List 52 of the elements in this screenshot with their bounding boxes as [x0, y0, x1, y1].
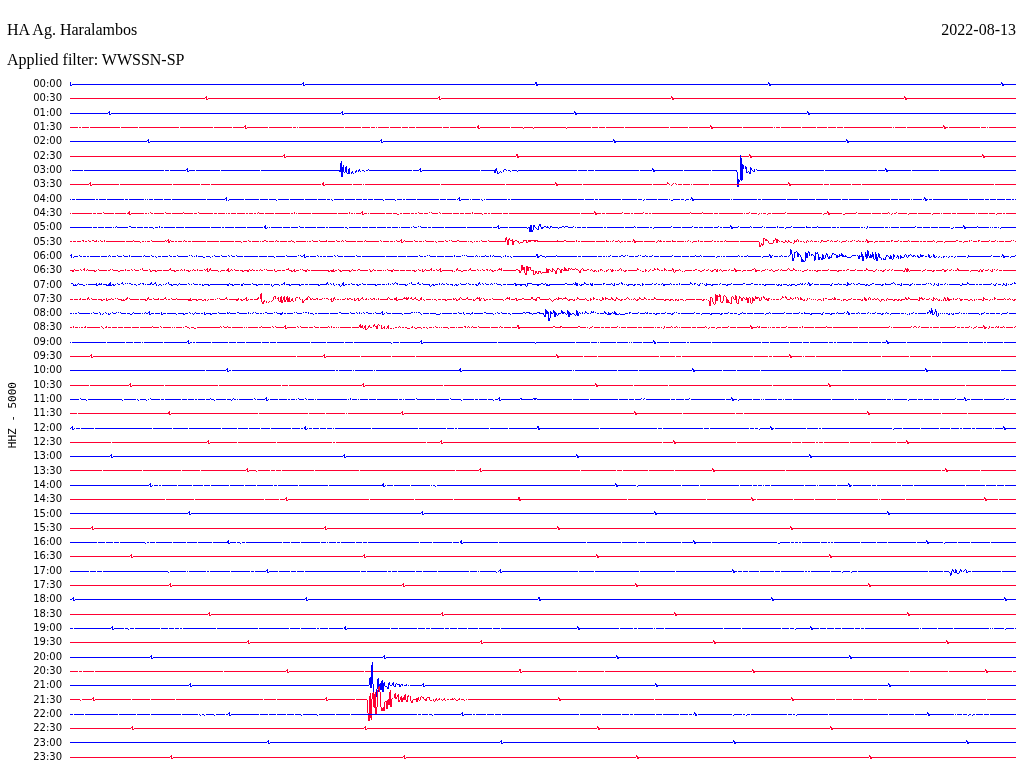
date-label: 2022-08-13 — [941, 20, 1016, 40]
time-label: 12:00 — [32, 421, 62, 434]
time-label: 11:30 — [32, 407, 62, 420]
time-label: 14:00 — [32, 478, 62, 491]
time-label: 15:30 — [32, 521, 62, 534]
time-label: 14:30 — [32, 493, 62, 506]
time-label: 19:30 — [32, 636, 62, 649]
time-label: 23:30 — [32, 750, 62, 763]
time-label: 19:00 — [32, 622, 62, 635]
time-label: 08:30 — [32, 321, 62, 334]
time-label: 07:30 — [32, 292, 62, 305]
time-label: 17:30 — [32, 579, 62, 592]
time-label: 09:00 — [32, 335, 62, 348]
time-label: 13:00 — [32, 450, 62, 463]
filter-label: Applied filter: WWSSN-SP — [6, 50, 186, 70]
time-label: 06:00 — [32, 249, 62, 262]
time-label: 21:00 — [32, 679, 62, 692]
time-label: 16:00 — [32, 536, 62, 549]
time-label: 01:00 — [32, 106, 62, 119]
time-label: 06:30 — [32, 264, 62, 277]
time-label: 10:30 — [32, 378, 62, 391]
time-label: 17:00 — [32, 564, 62, 577]
time-label: 10:00 — [32, 364, 62, 377]
time-label: 22:30 — [32, 722, 62, 735]
time-label: 03:00 — [32, 164, 62, 177]
time-label: 05:30 — [32, 235, 62, 248]
time-label: 04:30 — [32, 206, 62, 219]
time-label: 22:00 — [32, 707, 62, 720]
time-label: 20:00 — [32, 650, 62, 663]
station-title: HA Ag. Haralambos — [7, 20, 138, 40]
time-label: 18:00 — [32, 593, 62, 606]
time-label: 01:30 — [32, 121, 62, 134]
time-label: 11:00 — [32, 393, 62, 406]
time-label: 23:00 — [32, 736, 62, 749]
time-label: 12:30 — [32, 435, 62, 448]
time-label: 00:00 — [32, 78, 62, 91]
channel-label: HHZ - 5000 — [5, 382, 19, 449]
time-label: 00:30 — [32, 92, 62, 105]
time-label: 03:30 — [32, 178, 62, 191]
time-label: 18:30 — [32, 607, 62, 620]
time-label: 21:30 — [32, 693, 62, 706]
time-label: 16:30 — [32, 550, 62, 563]
time-label: 08:00 — [32, 307, 62, 320]
time-label: 09:30 — [32, 350, 62, 363]
time-label: 05:00 — [32, 221, 62, 234]
time-label: 07:00 — [32, 278, 62, 291]
time-label: 15:00 — [32, 507, 62, 520]
time-label: 04:00 — [32, 192, 62, 205]
time-label: 13:30 — [32, 464, 62, 477]
time-label: 02:30 — [32, 149, 62, 162]
time-label: 02:00 — [32, 135, 62, 148]
time-label: 20:30 — [32, 664, 62, 677]
